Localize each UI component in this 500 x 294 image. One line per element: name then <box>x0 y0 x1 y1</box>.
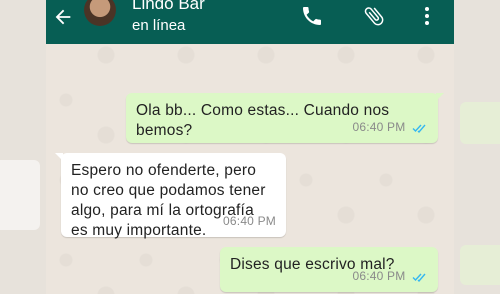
message-meta: 06:40 PM <box>352 266 428 286</box>
blurred-left-edge <box>0 0 46 294</box>
incoming-message[interactable]: Espero no ofenderte, pero no creo que po… <box>55 153 286 239</box>
message-meta: 06:40 PM <box>223 211 276 231</box>
blurred-bubble <box>0 160 40 230</box>
bubble-tail <box>55 153 63 161</box>
outgoing-message[interactable]: Dises que escrivo mal? 06:40 PM <box>220 247 438 292</box>
chat-header: Lindo Bar en línea <box>46 0 454 44</box>
message-meta: 06:40 PM <box>352 117 428 137</box>
avatar[interactable] <box>84 0 116 26</box>
paperclip-icon[interactable] <box>362 4 386 28</box>
contact-name[interactable]: Lindo Bar <box>132 0 205 14</box>
message-time: 06:40 PM <box>352 120 406 134</box>
contact-status: en línea <box>132 17 186 34</box>
message-time: 06:40 PM <box>352 269 406 283</box>
double-check-icon <box>412 273 426 282</box>
blurred-bubble <box>460 102 500 144</box>
more-vertical-icon[interactable] <box>415 4 439 28</box>
back-arrow-icon[interactable] <box>52 6 74 28</box>
bubble-tail <box>436 93 444 101</box>
double-check-icon <box>412 124 426 133</box>
blurred-bubble <box>460 245 500 285</box>
phone-icon[interactable] <box>300 4 324 28</box>
outgoing-message[interactable]: Ola bb... Como estas... Cuando nos bemos… <box>126 93 444 143</box>
message-time: 06:40 PM <box>223 214 276 228</box>
chat-screen: Lindo Bar en línea Ola bb... Como estas.… <box>46 0 454 294</box>
